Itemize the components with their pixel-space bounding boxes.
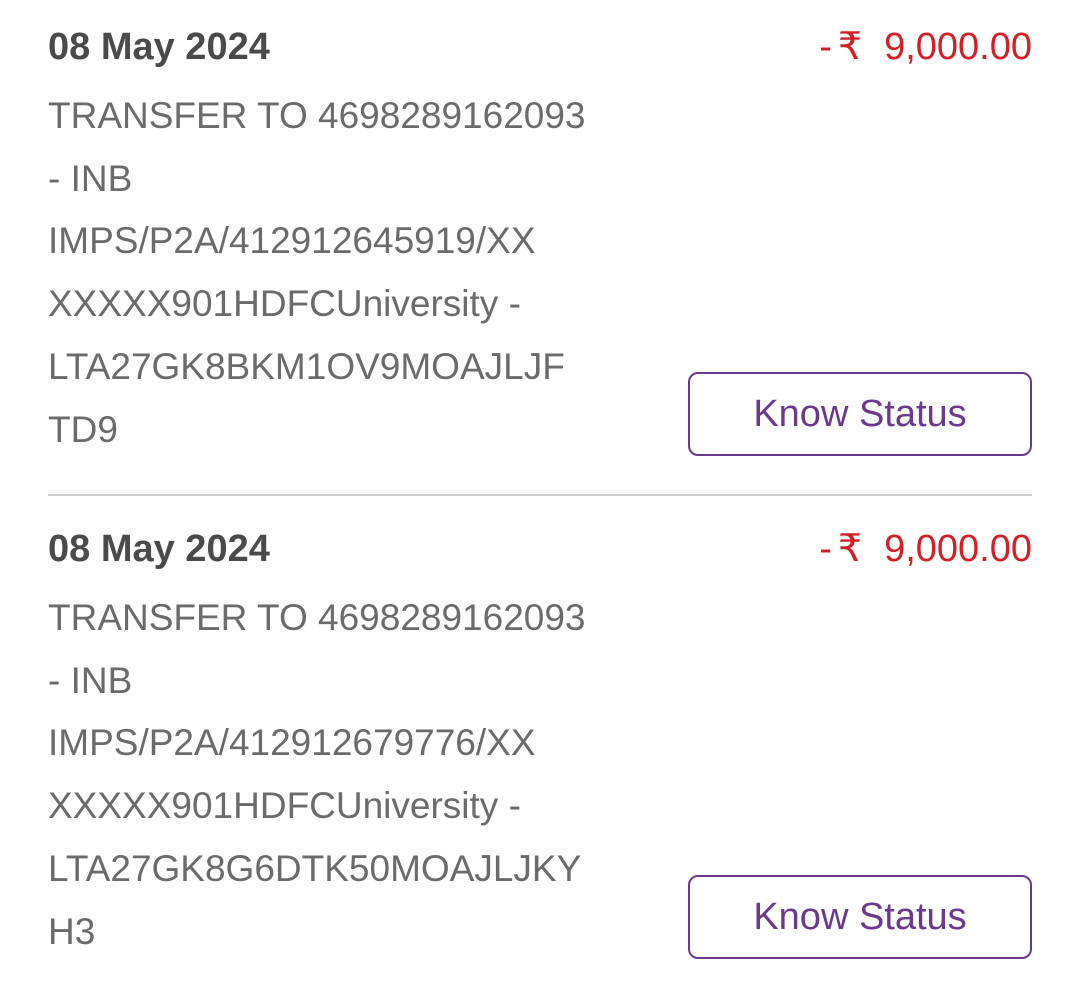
amount-sign: -	[819, 26, 832, 68]
description-line: - INB	[48, 157, 133, 199]
rupee-icon: ₹	[837, 26, 863, 68]
transaction-item: 08 May 2024 - ₹9,000.00 TRANSFER TO 46982…	[48, 22, 1032, 495]
description-line: TD9	[48, 408, 118, 450]
transaction-amount: - ₹9,000.00	[819, 524, 1032, 574]
transaction-amount: - ₹9,000.00	[819, 22, 1032, 72]
description-line: TRANSFER TO 4698289162093	[48, 95, 586, 136]
description-line: IMPS/P2A/412912679776/XX	[48, 722, 536, 764]
know-status-button[interactable]: Know Status	[688, 875, 1032, 959]
divider	[48, 494, 1032, 496]
description-line: XXXXX901HDFCUniversity -	[48, 283, 521, 325]
transaction-date: 08 May 2024	[48, 26, 270, 68]
description-line: H3	[48, 910, 96, 952]
know-status-button[interactable]: Know Status	[688, 372, 1032, 456]
transaction-item: 08 May 2024 - ₹9,000.00 TRANSFER TO 46982…	[48, 524, 1032, 987]
description-line: TRANSFER TO 4698289162093	[48, 597, 586, 638]
amount-value: 9,000.00	[884, 26, 1032, 68]
description-line: LTA27GK8G6DTK50MOAJLJKY	[48, 847, 582, 889]
amount-sign: -	[819, 528, 832, 570]
rupee-icon: ₹	[837, 528, 863, 570]
transaction-date: 08 May 2024	[48, 528, 270, 570]
description-line: LTA27GK8BKM1OV9MOAJLJF	[48, 345, 565, 387]
transaction-description: TRANSFER TO 4698289162093 - INB IMPS/P2A…	[48, 587, 648, 963]
description-line: XXXXX901HDFCUniversity -	[48, 785, 521, 827]
amount-value: 9,000.00	[884, 528, 1032, 570]
transaction-description: TRANSFER TO 4698289162093 - INB IMPS/P2A…	[48, 85, 648, 461]
transaction-list: 08 May 2024 - ₹9,000.00 TRANSFER TO 46982…	[0, 0, 1080, 987]
description-line: IMPS/P2A/412912645919/XX	[48, 220, 536, 262]
description-line: - INB	[48, 659, 133, 701]
